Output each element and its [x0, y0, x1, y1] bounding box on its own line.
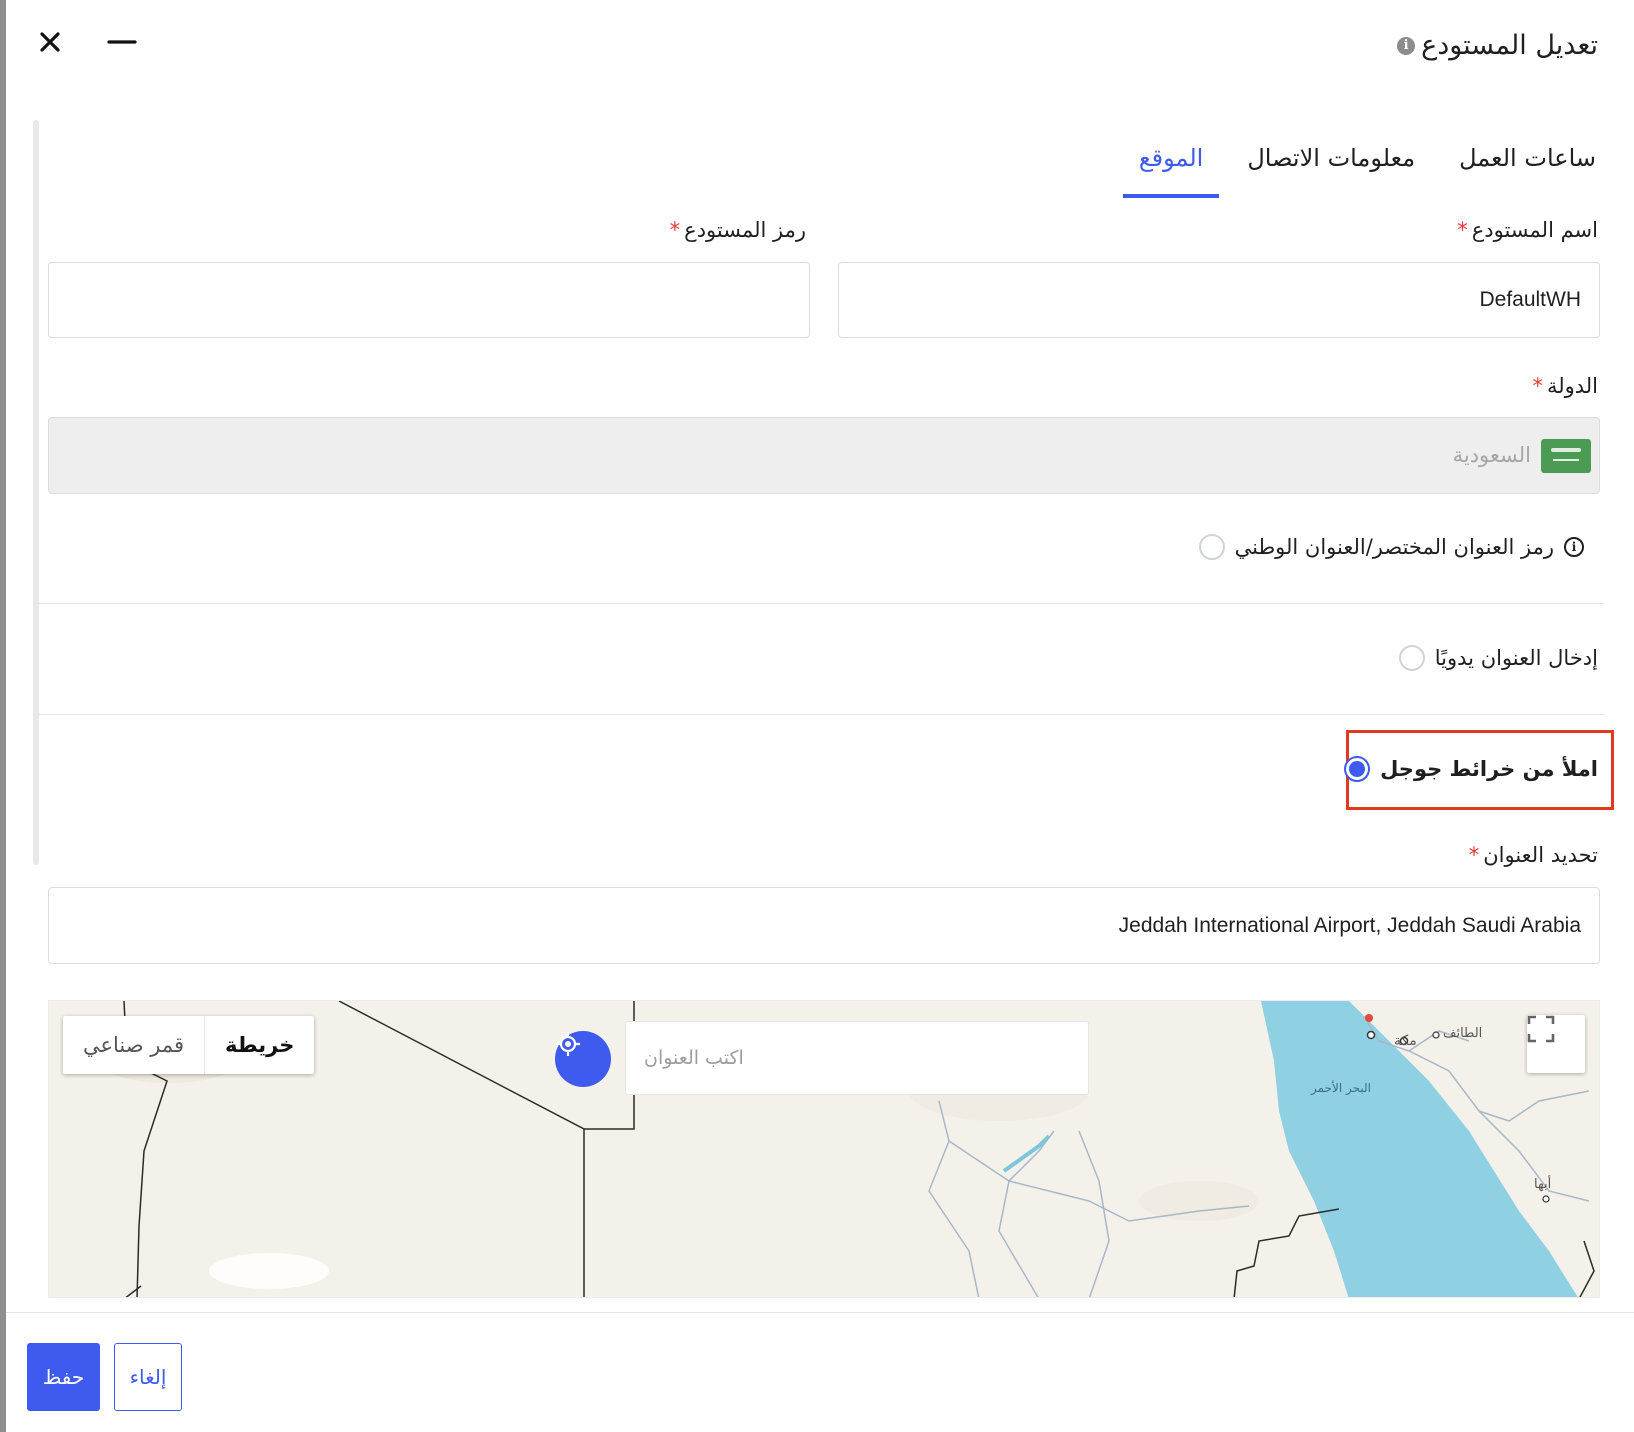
edit-warehouse-modal: تعديل المستودع i الموقع معلومات الاتصال …	[6, 0, 1634, 1432]
radio-short-code-label: رمز العنوان المختصر/العنوان الوطني	[1234, 535, 1554, 559]
close-icon[interactable]	[36, 28, 64, 56]
country-select: السعودية	[48, 417, 1600, 494]
warehouse-name-label-text: اسم المستودع	[1471, 218, 1598, 242]
map-label-taif: الطائف	[1443, 1026, 1483, 1041]
tab-working-hours[interactable]: ساعات العمل	[1443, 130, 1612, 198]
map-label-red-sea: البحر الأحمر	[1311, 1081, 1371, 1095]
warehouse-code-input[interactable]	[48, 262, 810, 338]
divider	[34, 714, 1604, 715]
page-title: تعديل المستودع i	[1397, 30, 1598, 61]
radio-manual[interactable]	[1398, 645, 1425, 671]
country-value: السعودية	[1452, 444, 1531, 467]
map-label-makkah: مكة	[1394, 1033, 1417, 1049]
tab-bar: الموقع معلومات الاتصال ساعات العمل	[1111, 130, 1612, 198]
warehouse-code-label: رمز المستودع*	[670, 218, 806, 242]
google-map[interactable]: الطائف مكة البحر الأحمر أبها خريطة قمر ص…	[48, 1000, 1600, 1298]
page-title-text: تعديل المستودع	[1421, 30, 1598, 61]
address-option-short-code: رمز العنوان المختصر/العنوان الوطني i	[1198, 534, 1598, 560]
tab-contact-info[interactable]: معلومات الاتصال	[1231, 130, 1431, 198]
modal-footer: حفظ إلغاء	[6, 1312, 1634, 1432]
address-option-manual: إدخال العنوان يدويًا	[1398, 645, 1598, 671]
divider	[34, 603, 1604, 604]
country-label: الدولة*	[1532, 374, 1598, 398]
locate-me-button[interactable]	[555, 1031, 611, 1087]
cancel-button[interactable]: إلغاء	[114, 1343, 182, 1411]
required-mark: *	[1457, 218, 1468, 242]
map-type-satellite-button[interactable]: قمر صناعي	[63, 1016, 206, 1074]
tab-location[interactable]: الموقع	[1122, 130, 1220, 198]
radio-google-maps-label: املأ من خرائط جوجل	[1380, 757, 1598, 781]
warehouse-code-label-text: رمز المستودع	[684, 218, 806, 242]
address-input[interactable]: Jeddah International Airport, Jeddah Sau…	[48, 887, 1600, 964]
map-type-map-button[interactable]: خريطة	[205, 1016, 314, 1074]
radio-manual-label: إدخال العنوان يدويًا	[1434, 646, 1598, 670]
crosshair-icon	[556, 1032, 580, 1056]
map-search-placeholder: اكتب العنوان	[644, 1047, 744, 1069]
fullscreen-icon	[1527, 1015, 1555, 1043]
warehouse-name-value: DefaultWH	[1479, 288, 1581, 311]
required-mark: *	[669, 218, 681, 242]
radio-google-maps[interactable]	[1344, 756, 1371, 782]
scrollbar[interactable]	[33, 120, 39, 865]
address-option-google-maps: املأ من خرائط جوجل	[1344, 756, 1598, 782]
map-type-control: خريطة قمر صناعي	[63, 1016, 315, 1074]
address-value: Jeddah International Airport, Jeddah Sau…	[1118, 913, 1581, 937]
saudi-flag-icon	[1541, 438, 1591, 473]
minimize-icon[interactable]	[106, 28, 138, 56]
map-label-abha: أبها	[1534, 1177, 1552, 1192]
map-search-input[interactable]: اكتب العنوان	[625, 1021, 1089, 1095]
required-mark: *	[1468, 843, 1480, 867]
address-select-label-text: تحديد العنوان	[1483, 843, 1598, 867]
fullscreen-button[interactable]	[1527, 1015, 1585, 1073]
warehouse-name-input[interactable]: DefaultWH	[838, 262, 1600, 338]
address-select-label: تحديد العنوان*	[1469, 843, 1598, 867]
info-icon[interactable]: i	[1397, 36, 1416, 55]
info-icon[interactable]: i	[1564, 537, 1584, 557]
country-label-text: الدولة	[1546, 374, 1598, 398]
required-mark: *	[1532, 374, 1543, 398]
save-button[interactable]: حفظ	[27, 1343, 100, 1411]
warehouse-name-label: اسم المستودع*	[1457, 218, 1598, 242]
radio-short-code[interactable]	[1198, 534, 1225, 560]
